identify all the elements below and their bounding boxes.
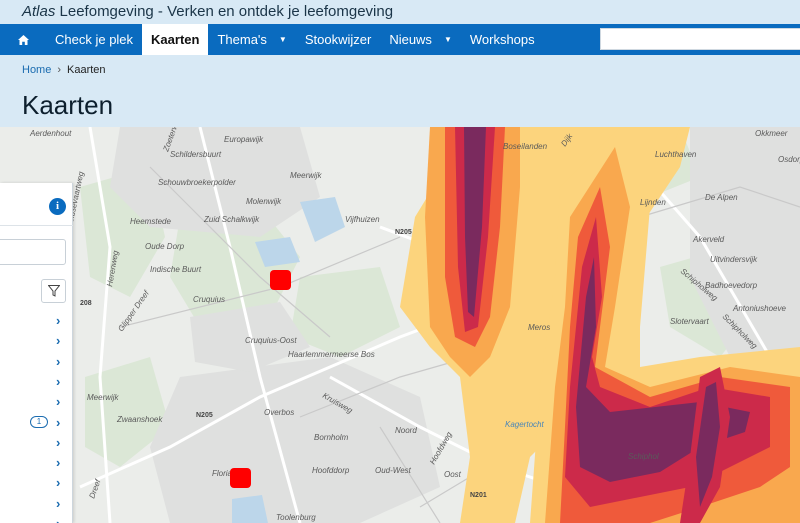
place-label: Meros	[528, 323, 550, 332]
breadcrumb-separator: ›	[57, 64, 62, 76]
road-label: N205	[395, 229, 412, 236]
chevron-right-icon[interactable]: ›	[56, 416, 66, 429]
place-label: Meerwijk	[290, 171, 323, 180]
place-label: Schildersbuurt	[170, 150, 222, 159]
place-label: Noord	[395, 426, 417, 435]
chevron-right-icon[interactable]: ›	[56, 375, 66, 388]
nav-label: Workshops	[469, 32, 535, 47]
place-label: Boseilanden	[503, 142, 548, 151]
layer-search-input[interactable]	[0, 239, 66, 265]
layer-panel: i › › › › › › › › › › › 1	[0, 183, 73, 523]
page-title: Kaarten	[22, 90, 114, 120]
place-label: Schiphol	[628, 452, 659, 461]
info-icon[interactable]: i	[49, 198, 66, 215]
location-marker[interactable]	[270, 270, 291, 290]
place-label: Toolenburg	[276, 513, 316, 522]
title-text: Leefomgeving - Verken en ontdek je leefo…	[55, 3, 394, 20]
app-window: Atlas Leefomgeving - Verken en ontdek je…	[0, 0, 800, 523]
water-label: Kagertocht	[505, 420, 544, 429]
chevron-right-icon[interactable]: ›	[56, 334, 66, 347]
map-view[interactable]: Aerdenhout Europawijk Schildersbuurt Sch…	[0, 127, 800, 523]
chevron-right-icon[interactable]: ›	[56, 436, 66, 449]
place-label: Hoofddorp	[312, 466, 350, 475]
chevron-right-icon[interactable]: ›	[56, 314, 66, 327]
place-label: Bornholm	[314, 433, 349, 442]
nav-workshops[interactable]: Workshops	[461, 24, 544, 55]
place-label: Cruquius-Oost	[245, 336, 297, 345]
place-label: Slotervaart	[670, 317, 709, 326]
place-label: Oud-West	[375, 466, 412, 475]
chevron-right-icon[interactable]: ›	[56, 355, 66, 368]
nav-label: Check je plek	[55, 32, 134, 47]
place-label: Badhoevedorp	[705, 281, 758, 290]
caret-down-icon: ▼	[278, 35, 287, 44]
place-label: De Alpen	[705, 193, 738, 202]
place-label: Heemstede	[130, 217, 171, 226]
location-marker[interactable]	[230, 468, 251, 488]
window-title: Atlas Leefomgeving - Verken en ontdek je…	[0, 0, 800, 24]
chevron-right-icon[interactable]: ›	[56, 497, 66, 510]
place-label: Vijfhuizen	[345, 215, 380, 224]
nav-check-je-plek[interactable]: Check je plek	[46, 24, 142, 55]
breadcrumb: Home › Kaarten	[22, 64, 106, 76]
place-label: Indische Buurt	[150, 265, 202, 274]
place-label: Akerveld	[692, 235, 725, 244]
nav-label: Kaarten	[151, 32, 200, 47]
breadcrumb-home[interactable]: Home	[22, 64, 51, 76]
home-icon	[17, 34, 29, 45]
nav-label: Nieuws	[389, 32, 432, 47]
place-label: Aerdenhout	[29, 129, 72, 138]
nav-home[interactable]	[0, 24, 46, 55]
map-canvas[interactable]: Aerdenhout Europawijk Schildersbuurt Sch…	[0, 127, 800, 523]
place-label: Okkmeer	[755, 129, 788, 138]
road-label: N205	[196, 412, 213, 419]
road-label: 208	[80, 300, 92, 307]
title-brand: Atlas	[22, 3, 56, 20]
breadcrumb-current: Kaarten	[67, 64, 106, 76]
filter-icon	[47, 285, 60, 297]
place-label: Meerwijk	[87, 393, 120, 402]
place-label: Molenwijk	[246, 197, 282, 206]
place-label: Zwaanshoek	[116, 415, 163, 424]
nav-nieuws[interactable]: Nieuws ▼	[380, 24, 461, 55]
place-label: Oost	[444, 470, 462, 479]
nav-themas[interactable]: Thema's ▼	[208, 24, 295, 55]
place-label: Antoniushoeve	[732, 304, 786, 313]
chevron-right-icon[interactable]: ›	[56, 476, 66, 489]
place-label: Osdorp	[778, 155, 800, 164]
caret-down-icon: ▼	[443, 35, 452, 44]
place-label: Oude Dorp	[145, 242, 185, 251]
place-label: Haarlemmermeerse Bos	[288, 350, 375, 359]
place-label: Schouwbroekerpolder	[158, 178, 236, 187]
panel-divider	[0, 225, 73, 226]
nav-kaarten[interactable]: Kaarten	[142, 24, 209, 55]
nav-stookwijzer[interactable]: Stookwijzer	[296, 24, 380, 55]
place-label: Zuid Schalkwijk	[203, 215, 260, 224]
place-label: Luchthaven	[655, 150, 697, 159]
search-input[interactable]	[600, 28, 800, 50]
nav-label: Thema's	[217, 32, 267, 47]
road-label: N201	[470, 492, 487, 499]
place-label: Uitvindersvijk	[710, 255, 758, 264]
layer-count-badge: 1	[30, 416, 48, 428]
main-nav: Check je plek Kaarten Thema's ▼ Stookwijz…	[0, 24, 800, 55]
chevron-right-icon[interactable]: ›	[56, 395, 66, 408]
place-label: Lijnden	[640, 198, 666, 207]
filter-button[interactable]	[41, 279, 66, 303]
chevron-right-icon[interactable]: ›	[56, 456, 66, 469]
place-label: Overbos	[264, 408, 294, 417]
place-label: Cruquius	[193, 295, 225, 304]
nav-label: Stookwijzer	[304, 32, 372, 47]
chevron-right-icon[interactable]: ›	[56, 517, 66, 523]
place-label: Europawijk	[224, 135, 264, 144]
